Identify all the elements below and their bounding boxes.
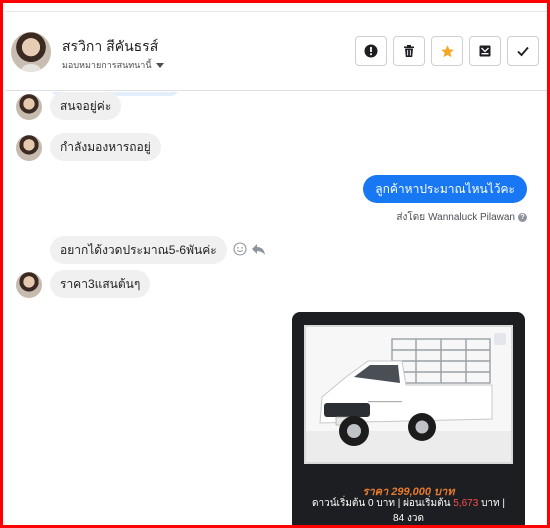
pickup-truck-image	[306, 327, 511, 462]
reply-icon[interactable]	[251, 242, 266, 256]
listing-details: ดาวน์เริ่มต้น 0 บาท | ผ่อนเริ่มต้น 5,673…	[300, 496, 517, 525]
message-actions	[233, 242, 266, 256]
avatar[interactable]	[11, 32, 51, 72]
archive-button[interactable]	[469, 36, 501, 66]
contact-name[interactable]: สรวิกา สีคันธรส์	[62, 36, 158, 58]
sent-by-prefix: ส่งโดย	[396, 212, 426, 223]
avatar[interactable]	[16, 135, 42, 161]
vehicle-photo[interactable]	[304, 325, 513, 464]
help-icon[interactable]: ?	[518, 213, 527, 222]
star-button[interactable]	[431, 36, 463, 66]
installment-amount: 5,673	[453, 498, 479, 509]
app-frame: สรวิกา สีคันธรส์ มอบหมายการสนทนานี้ สนจอ…	[0, 0, 550, 528]
assign-conversation-dropdown[interactable]: มอบหมายการสนทนานี้	[62, 58, 164, 72]
alert-button[interactable]	[355, 36, 387, 66]
archive-icon	[479, 45, 491, 57]
trash-icon	[404, 45, 414, 57]
star-icon	[440, 44, 454, 57]
avatar[interactable]	[16, 272, 42, 298]
sent-by-label: ส่งโดย Wannaluck Pilawan ?	[396, 210, 527, 225]
mark-done-button[interactable]	[507, 36, 539, 66]
sent-by-name: Wannaluck Pilawan	[428, 212, 515, 223]
emoji-react-icon[interactable]	[233, 242, 247, 256]
message-thread[interactable]: สนจอยู่ค่ะ กำลังมองหารถอยู่ ลูกค้าหาประม…	[6, 92, 547, 525]
incoming-message[interactable]: กำลังมองหารถอยู่	[50, 133, 161, 161]
installment-unit: บาท |	[481, 498, 506, 509]
incoming-message[interactable]: อยากได้งวดประมาณ5-6พันค่ะ	[50, 236, 227, 264]
incoming-message[interactable]: ราคา3แสนต้นๆ	[50, 270, 151, 298]
check-icon	[517, 46, 529, 57]
delete-button[interactable]	[393, 36, 425, 66]
incoming-message[interactable]: สนจอยู่ค่ะ	[50, 92, 122, 120]
outgoing-message[interactable]: ลูกค้าหาประมาณไหนไว้คะ	[363, 175, 527, 203]
alert-icon	[364, 44, 378, 58]
caret-down-icon	[155, 62, 164, 68]
avatar[interactable]	[16, 94, 42, 120]
listing-card[interactable]: ราคา 299,000 บาท ดาวน์เริ่มต้น 0 บาท | ผ…	[292, 312, 525, 525]
down-payment-text: ดาวน์เริ่มต้น 0 บาท | ผ่อนเริ่มต้น	[311, 498, 451, 509]
header-actions	[355, 36, 539, 66]
conversation-header: สรวิกา สีคันธรส์ มอบหมายการสนทนานี้	[6, 11, 547, 91]
term-text: 84 งวด	[393, 513, 424, 524]
assign-label: มอบหมายการสนทนานี้	[62, 60, 152, 70]
